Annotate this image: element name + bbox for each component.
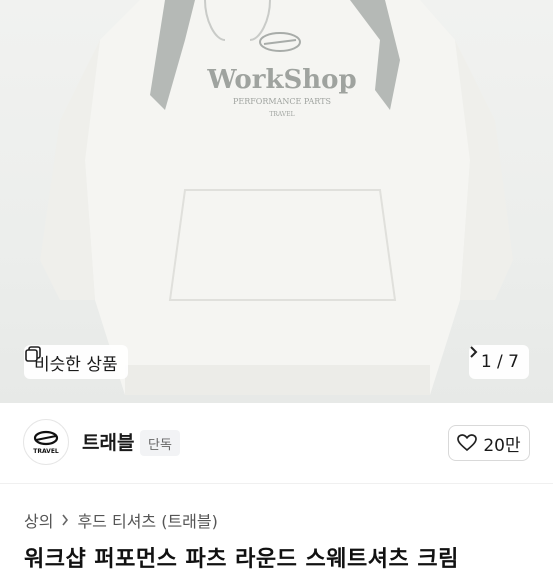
breadcrumb-item-subcategory[interactable]: 후드 티셔츠 (트래블) — [77, 508, 217, 532]
product-title: 워크샵 퍼포먼스 파츠 라운드 스웨트셔츠 크림 — [24, 547, 459, 572]
seller-avatar[interactable]: TRAVEL — [23, 419, 69, 465]
print-brand: WorkShop — [206, 65, 356, 95]
image-counter-label: 1 / 7 — [480, 352, 519, 372]
like-count: 20만 — [483, 435, 521, 456]
breadcrumb-item-category[interactable]: 상의 — [24, 508, 53, 532]
chevron-right-icon — [62, 514, 69, 526]
print-line1: PERFORMANCE PARTS — [233, 97, 331, 106]
like-button[interactable]: 20만 — [448, 425, 530, 461]
chevron-right-icon — [470, 346, 478, 358]
image-counter[interactable]: 1 / 7 — [468, 345, 529, 379]
similar-products-button[interactable]: 비슷한 상품 — [24, 345, 128, 379]
seller-logo-text: TRAVEL — [33, 448, 59, 455]
seller-logo: TRAVEL — [33, 430, 59, 455]
similar-products-label: 비슷한 상품 — [34, 354, 118, 375]
breadcrumb: 상의 후드 티셔츠 (트래블) — [24, 508, 218, 532]
heart-icon — [457, 434, 478, 452]
print-line2: TRAVEL — [269, 111, 294, 118]
section-divider — [0, 483, 553, 484]
seller-name[interactable]: 트래블 — [82, 428, 134, 455]
product-image[interactable]: WorkShop PERFORMANCE PARTS TRAVEL 비슷한 상품… — [0, 0, 553, 403]
exclusive-badge: 단독 — [140, 430, 180, 456]
sweatshirt-illustration: WorkShop PERFORMANCE PARTS TRAVEL — [40, 0, 513, 395]
similar-products-icon — [25, 346, 41, 362]
